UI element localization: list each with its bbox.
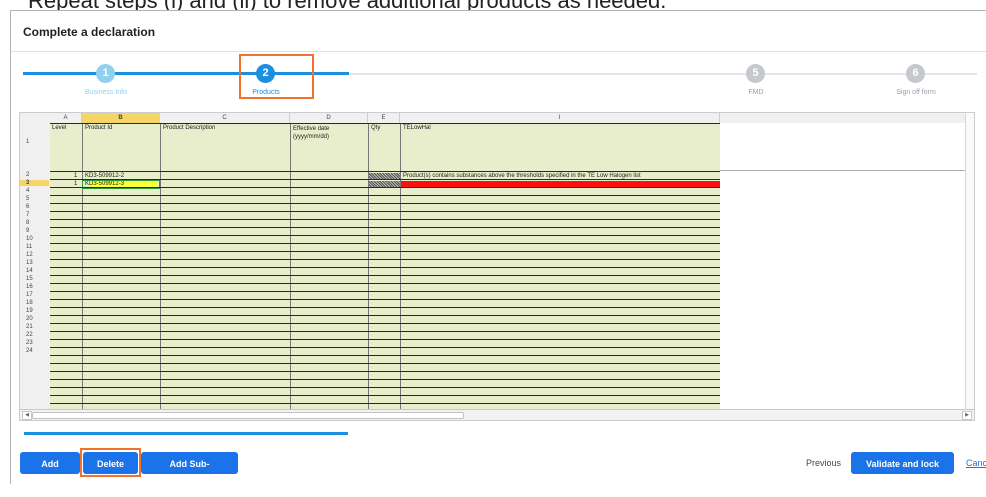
column-boundary <box>160 123 161 419</box>
row-number[interactable]: 9 <box>20 228 49 234</box>
row-number[interactable]: 17 <box>20 292 49 298</box>
row-number[interactable]: 5 <box>20 196 49 202</box>
row-number[interactable]: 6 <box>20 204 49 210</box>
row-boundary <box>50 211 720 212</box>
row-boundary <box>50 219 720 220</box>
row-number[interactable]: 1 <box>20 139 49 145</box>
products-step-highlight <box>239 54 314 99</box>
row-boundary <box>50 251 720 252</box>
row-number[interactable]: 24 <box>20 348 49 354</box>
row-boundary <box>50 235 720 236</box>
row-boundary <box>50 379 720 380</box>
row-boundary <box>50 315 720 316</box>
sheet-empty-area <box>720 123 974 420</box>
step-5-circle[interactable]: 5 <box>746 64 765 83</box>
column-header-d[interactable]: D <box>290 113 368 123</box>
column-boundary <box>82 123 83 419</box>
scroll-left-icon[interactable]: ◀ <box>22 411 32 420</box>
row-boundary <box>50 267 720 268</box>
column-header-i[interactable]: I <box>400 113 720 123</box>
row-boundary <box>50 371 720 372</box>
row-number[interactable]: 12 <box>20 252 49 258</box>
row-boundary <box>50 259 720 260</box>
row-boundary <box>50 363 720 364</box>
previous-link[interactable]: Previous <box>806 458 841 468</box>
vertical-scrollbar[interactable] <box>965 113 974 411</box>
add-sub-products-button[interactable]: Add Sub-Products/Child <box>141 452 238 491</box>
row-boundary <box>50 123 720 124</box>
row-boundary <box>50 171 720 172</box>
row-number[interactable]: 18 <box>20 300 49 306</box>
row-boundary <box>50 323 720 324</box>
delete-row-highlight <box>80 448 141 477</box>
row-boundary <box>50 299 720 300</box>
row-number[interactable]: 23 <box>20 340 49 346</box>
row-boundary <box>50 347 720 348</box>
row-boundary <box>50 395 720 396</box>
column-header-e[interactable]: E <box>368 113 400 123</box>
row-number[interactable]: 16 <box>20 284 49 290</box>
horizontal-scroll-thumb[interactable] <box>32 412 464 419</box>
row-number[interactable]: 7 <box>20 212 49 218</box>
row-number[interactable]: 2 <box>20 172 49 178</box>
row-number[interactable]: 13 <box>20 260 49 266</box>
row-number[interactable]: 21 <box>20 324 49 330</box>
column-boundary <box>290 123 291 419</box>
row-boundary <box>50 275 720 276</box>
column-boundary <box>400 123 401 419</box>
row-boundary <box>50 227 720 228</box>
header-telowhal: TELowHal <box>403 125 431 131</box>
column-header-b[interactable]: B <box>82 113 160 123</box>
row-boundary <box>50 243 720 244</box>
row-boundary <box>50 339 720 340</box>
row-number[interactable]: 8 <box>20 220 49 226</box>
header-level: Level <box>52 125 67 131</box>
step-6-label: Sign off form <box>896 89 936 96</box>
row-number[interactable]: 10 <box>20 236 49 242</box>
column-header-a[interactable]: A <box>50 113 82 123</box>
add-product-button[interactable]: Add Product <box>20 452 80 491</box>
products-spreadsheet[interactable]: A B C D E I 1 2 3 4 5 6 7 8 9 10 11 12 1… <box>19 112 975 421</box>
row-number[interactable]: 14 <box>20 268 49 274</box>
header-product-description: Product Description <box>163 125 216 131</box>
scroll-right-icon[interactable]: ▶ <box>962 411 972 420</box>
horizontal-scrollbar[interactable]: ◀ ▶ <box>20 409 974 420</box>
stepper-remaining-line <box>349 73 977 75</box>
row-boundary <box>50 355 720 356</box>
section-progress-bar <box>24 432 348 435</box>
row-number[interactable]: 19 <box>20 308 49 314</box>
row-boundary <box>50 291 720 292</box>
validate-lock-button[interactable]: Validate and lock section <box>851 452 954 491</box>
row-boundary <box>50 179 720 180</box>
header-qty: Qty <box>371 125 381 131</box>
column-header-c[interactable]: C <box>160 113 290 123</box>
row-number[interactable]: 22 <box>20 332 49 338</box>
step-1-circle[interactable]: 1 <box>96 64 115 83</box>
step-5-label: FMD <box>748 89 764 96</box>
row-number[interactable]: 11 <box>20 244 49 250</box>
header-effective-date: Effective date (yyyy/mm/dd) <box>293 126 330 140</box>
cell-grid[interactable]: Level Product Id Product Description Eff… <box>50 123 720 419</box>
row-boundary <box>50 203 720 204</box>
row-boundary <box>50 403 720 404</box>
row-number-column: 1 2 3 4 5 6 7 8 9 10 11 12 13 14 15 16 1… <box>20 123 51 420</box>
header-product-id: Product Id <box>85 125 113 131</box>
row-divider <box>720 170 974 171</box>
column-boundary <box>368 123 369 419</box>
row-boundary <box>50 187 720 188</box>
row-boundary <box>50 387 720 388</box>
row-boundary <box>50 195 720 196</box>
row-number[interactable]: 15 <box>20 276 49 282</box>
page-title: Complete a declaration <box>23 25 156 39</box>
row-number-selected[interactable]: 3 <box>20 180 49 186</box>
row-boundary <box>50 283 720 284</box>
row-boundary <box>50 331 720 332</box>
cancel-link[interactable]: Canc <box>966 458 986 468</box>
step-6-circle[interactable]: 6 <box>906 64 925 83</box>
step-1-label: Business Info <box>84 89 128 96</box>
title-divider <box>11 51 986 52</box>
row-number[interactable]: 20 <box>20 316 49 322</box>
row-boundary <box>50 307 720 308</box>
row-number[interactable]: 4 <box>20 188 49 194</box>
